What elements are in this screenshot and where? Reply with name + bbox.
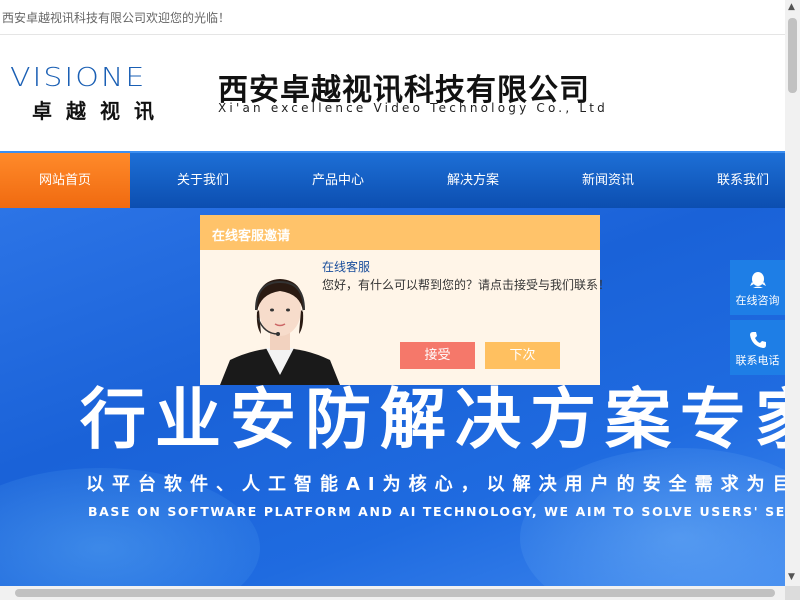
chat-invite-popup: 在线客服邀请 在线客服 您好，有什么可以帮到您的？请点击接受与我们联系！ 接受 … [200,215,610,385]
logo-english: VISIONE [10,63,147,93]
top-bar: 西安卓越视讯科技有限公司欢迎您的光临！ [0,0,785,35]
nav-about[interactable]: 关于我们 [138,153,268,208]
accept-button[interactable]: 接受 [400,342,475,369]
horizontal-scrollbar[interactable] [0,586,785,600]
vertical-scrollbar[interactable]: ▲ ▼ [785,0,800,600]
scroll-up-icon[interactable]: ▲ [788,2,795,12]
company-name-english: Xi'an excellence Video Technology Co., L… [218,101,608,115]
nav-products[interactable]: 产品中心 [273,153,403,208]
qq-consult-button[interactable]: 在线咨询 [730,260,785,315]
scroll-down-icon[interactable]: ▼ [788,572,795,582]
qq-icon [749,272,766,288]
nav-solutions[interactable]: 解决方案 [408,153,538,208]
vertical-scroll-thumb[interactable] [788,18,797,93]
qq-consult-label: 在线咨询 [735,294,780,307]
logo[interactable]: VISIONE 卓越视讯 [10,63,200,123]
phone-icon [749,332,766,348]
logo-chinese: 卓越视讯 [32,99,168,123]
site-header: VISIONE 卓越视讯 西安卓越视讯科技有限公司 Xi'an excellen… [0,35,785,151]
phone-contact-button[interactable]: 联系电话 [730,320,785,375]
horizontal-scroll-thumb[interactable] [15,589,775,597]
nav-contact[interactable]: 联系我们 [678,153,800,208]
scrollbar-corner [785,586,800,600]
main-nav: 网站首页 关于我们 产品中心 解决方案 新闻资讯 联系我们 [0,151,785,208]
nav-news[interactable]: 新闻资讯 [543,153,673,208]
welcome-text: 西安卓越视讯科技有限公司欢迎您的光临！ [2,11,231,25]
next-time-button[interactable]: 下次 [485,342,560,369]
agent-name: 在线客服 [322,260,371,274]
hero-subtitle: 以平台软件、人工智能AI为核心，以解决用户的安全需求为目标 [86,474,785,495]
popup-message: 您好，有什么可以帮到您的？请点击接受与我们联系！ [322,278,611,292]
hero-english: BASE ON SOFTWARE PLATFORM AND AI TECHNOL… [88,504,785,519]
popup-title: 在线客服邀请 [212,229,291,244]
nav-home[interactable]: 网站首页 [0,153,130,208]
popup-header: 在线客服邀请 [200,215,600,250]
phone-contact-label: 联系电话 [735,354,780,367]
